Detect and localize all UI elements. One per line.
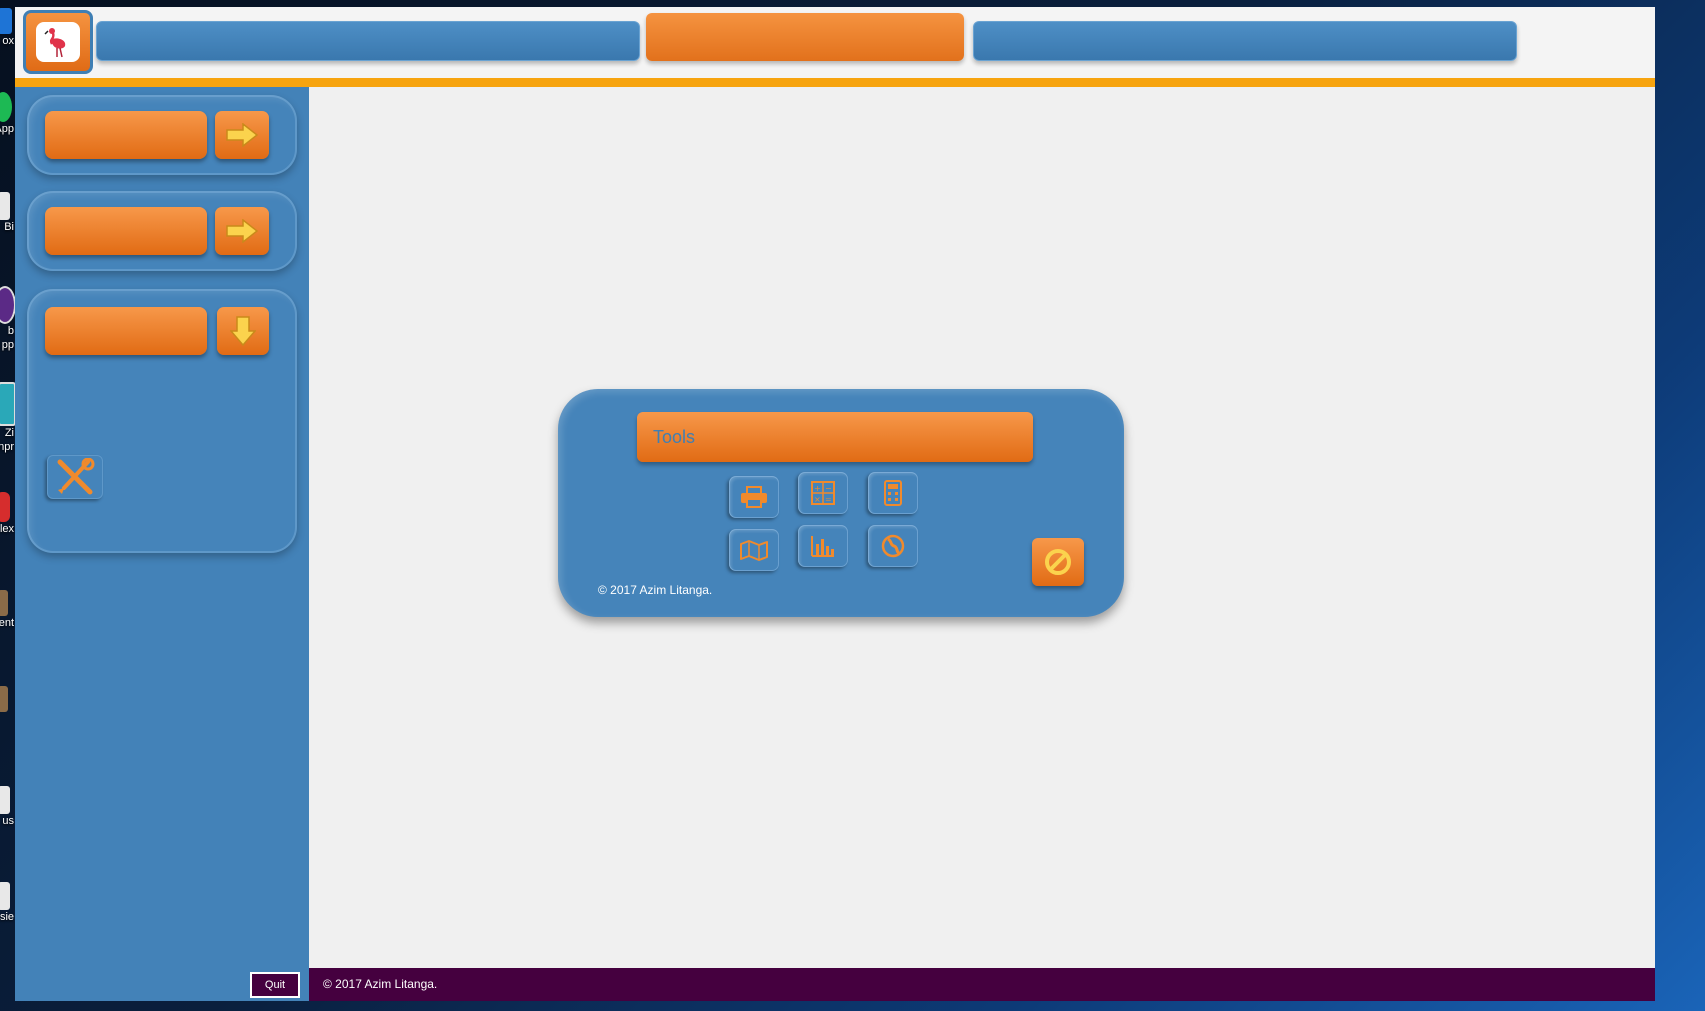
sidebar-collapse-button-3[interactable] [217, 307, 269, 355]
desktop-shortcut-4[interactable]: b pp [0, 286, 15, 352]
arrow-down-icon [230, 316, 256, 347]
bar-chart-icon [811, 536, 834, 557]
printer-icon [741, 486, 767, 508]
calculator-icon [884, 480, 902, 506]
desktop-shortcut-label: b pp [1, 325, 14, 351]
file-icon [0, 786, 10, 814]
tab-right[interactable] [973, 21, 1517, 61]
desktop-shortcut-8[interactable] [0, 686, 15, 712]
footer-copyright: © 2017 Azim Litanga. [323, 977, 438, 991]
flexi-app-icon [0, 492, 10, 522]
globe-icon [881, 534, 905, 558]
top-bar [15, 7, 1655, 87]
desktop-shortcut-label: Bi [4, 221, 14, 233]
tab-left[interactable] [96, 21, 640, 61]
sidebar-expand-button-2[interactable] [215, 207, 269, 255]
map-icon [740, 540, 768, 561]
sidebar-group-1 [27, 95, 297, 175]
desktop-shortcut-9[interactable]: us [0, 786, 15, 828]
desktop-shortcut-label: App [0, 123, 14, 135]
chart-tool-button[interactable] [798, 525, 848, 567]
desktop-icon-strip: ox App Bi b pp Zi npr lex ent. us ssie [0, 0, 15, 1011]
app-shortcut-icon [0, 8, 12, 34]
svg-text:−: − [825, 484, 832, 493]
desktop-shortcut-7[interactable]: ent. [0, 590, 15, 630]
desktop-shortcut-2[interactable]: App [0, 92, 15, 136]
svg-text:=: = [825, 495, 832, 504]
sidebar: Quit [15, 87, 309, 1001]
tools-panel-title: Tools [637, 412, 1033, 462]
sidebar-button-3[interactable] [45, 307, 207, 355]
print-tool-button[interactable] [729, 476, 779, 518]
math-symbols-icon: + − × = [811, 481, 835, 505]
cancel-button[interactable] [1032, 538, 1084, 586]
desktop-shortcut-label: ent. [0, 617, 14, 629]
sidebar-button-2[interactable] [45, 207, 207, 255]
web-app-icon [0, 286, 15, 324]
math-tool-button[interactable]: + − × = [798, 472, 848, 514]
tools-icon [57, 458, 95, 495]
map-tool-button[interactable] [729, 529, 779, 571]
desktop-shortcut-5[interactable]: Zi npr [0, 382, 15, 454]
desktop-shortcut-3[interactable]: Bi [0, 192, 15, 234]
desktop-shortcut-label: Zi npr [0, 427, 14, 453]
document-icon [0, 590, 8, 616]
arrow-right-icon [226, 219, 259, 243]
quit-button-label: Quit [264, 979, 286, 991]
sidebar-group-2 [27, 191, 297, 271]
desktop-shortcut-label: ssie [0, 911, 14, 923]
desktop-shortcut-label: ox [2, 35, 14, 47]
file-icon [0, 882, 10, 910]
quit-button[interactable]: Quit [250, 972, 300, 998]
sidebar-group-3 [27, 289, 297, 553]
recycle-bin-icon [0, 192, 10, 220]
svg-text:+: + [814, 484, 821, 493]
logo-button[interactable] [23, 10, 93, 74]
cancel-icon [1045, 549, 1071, 575]
desktop-shortcut-10[interactable]: ssie [0, 882, 15, 924]
tools-panel: Tools + − × = © 2017 Azim Litanga. [558, 389, 1124, 617]
header-accent-line [15, 78, 1655, 87]
desktop-shortcut-1[interactable]: ox [0, 8, 15, 48]
zip-compressor-icon [0, 382, 15, 426]
footer-bar: © 2017 Azim Litanga. [309, 968, 1655, 1001]
svg-text:×: × [814, 495, 821, 504]
flamingo-icon [44, 28, 66, 58]
tab-center-active[interactable] [646, 13, 964, 61]
app-window: Quit Tools + − × = © 2017 Azim Litanga. … [15, 7, 1655, 1001]
calculator-tool-button[interactable] [868, 472, 918, 514]
whatsapp-icon [0, 92, 12, 122]
globe-tool-button[interactable] [868, 525, 918, 567]
tools-panel-copyright: © 2017 Azim Litanga. [598, 583, 713, 597]
tools-launcher-button[interactable] [47, 455, 103, 499]
desktop-shortcut-label: lex [0, 523, 14, 535]
file-icon [0, 686, 8, 712]
sidebar-button-1[interactable] [45, 111, 207, 159]
logo-badge [36, 22, 80, 62]
desktop-shortcut-label: us [2, 815, 14, 827]
arrow-right-icon [226, 123, 259, 147]
sidebar-expand-button-1[interactable] [215, 111, 269, 159]
desktop-shortcut-6[interactable]: lex [0, 492, 15, 536]
